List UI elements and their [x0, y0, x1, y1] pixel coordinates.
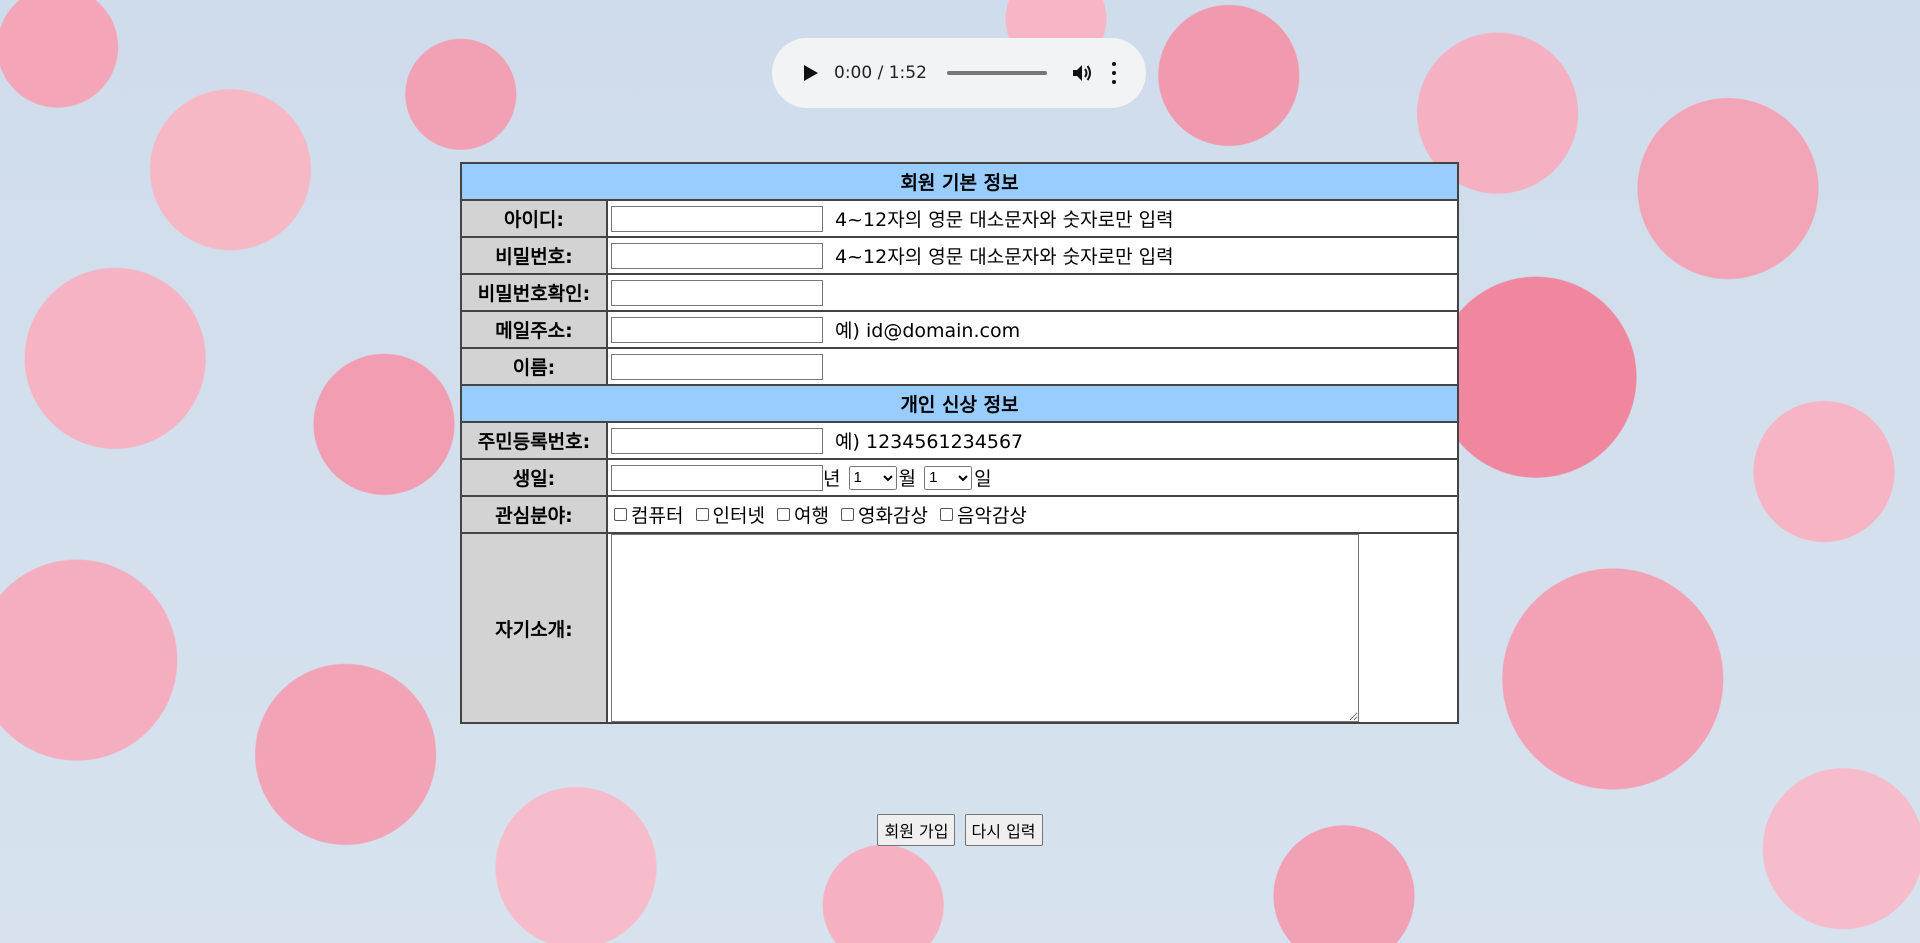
interest-label-internet: 인터넷: [712, 505, 765, 527]
reset-button[interactable]: 다시 입력: [964, 814, 1043, 846]
interest-checkbox-music[interactable]: [939, 508, 953, 521]
interest-checkbox-travel[interactable]: [777, 508, 790, 521]
interest-checkbox-internet[interactable]: [695, 508, 709, 521]
email-input[interactable]: [611, 316, 823, 343]
form-buttons: 회원 가입 다시 입력: [0, 814, 1920, 846]
intro-label: 자기소개:: [460, 532, 608, 724]
day-suffix: 일: [974, 468, 992, 490]
password-label: 비밀번호:: [460, 236, 608, 275]
interest-checkbox-movies[interactable]: [841, 508, 855, 521]
intro-textarea[interactable]: [611, 534, 1359, 722]
audio-player[interactable]: 0:00 / 1:52: [772, 38, 1146, 108]
id-input[interactable]: [611, 205, 823, 232]
email-hint: 예) id@domain.com: [835, 320, 1021, 342]
ssn-label: 주민등록번호:: [460, 421, 608, 460]
interest-label-travel: 여행: [794, 505, 829, 527]
ssn-hint: 예) 1234561234567: [835, 431, 1024, 453]
birth-month-select[interactable]: 1: [848, 465, 897, 490]
ssn-input[interactable]: [611, 427, 823, 454]
audio-progress-slider[interactable]: [946, 71, 1047, 75]
submit-button[interactable]: 회원 가입: [877, 814, 956, 846]
interest-checkbox-computer[interactable]: [614, 508, 627, 521]
volume-icon[interactable]: [1071, 62, 1093, 84]
interest-label-computer: 컴퓨터: [631, 505, 684, 527]
interest-label-music: 음악감상: [956, 505, 1027, 527]
id-label: 아이디:: [460, 199, 608, 238]
name-label: 이름:: [460, 347, 608, 386]
audio-time: 0:00 / 1:52: [834, 63, 927, 83]
password-confirm-label: 비밀번호확인:: [460, 273, 608, 312]
year-suffix: 년: [823, 468, 841, 490]
password-hint: 4~12자의 영문 대소문자와 숫자로만 입력: [835, 246, 1174, 268]
birthday-label: 생일:: [460, 458, 608, 497]
more-options-icon[interactable]: [1111, 62, 1117, 84]
signup-form-table: 회원 기본 정보 아이디: 4~12자의 영문 대소문자와 숫자로만 입력 비밀…: [460, 162, 1459, 724]
interest-label-movies: 영화감상: [858, 505, 928, 527]
name-input[interactable]: [611, 353, 823, 380]
interests-group: 컴퓨터 인터넷 여행 영화감상 음악감상: [606, 495, 1459, 534]
month-suffix: 월: [898, 468, 917, 490]
id-hint: 4~12자의 영문 대소문자와 숫자로만 입력: [835, 209, 1174, 231]
birth-day-select[interactable]: 1: [924, 465, 973, 490]
personal-info-header: 개인 신상 정보: [460, 384, 1459, 423]
password-confirm-input[interactable]: [611, 279, 823, 306]
email-label: 메일주소:: [460, 310, 608, 349]
play-icon[interactable]: [804, 65, 818, 81]
basic-info-header: 회원 기본 정보: [460, 162, 1459, 201]
password-input[interactable]: [611, 242, 823, 269]
interests-label: 관심분야:: [460, 495, 608, 534]
birth-year-input[interactable]: [611, 464, 823, 491]
